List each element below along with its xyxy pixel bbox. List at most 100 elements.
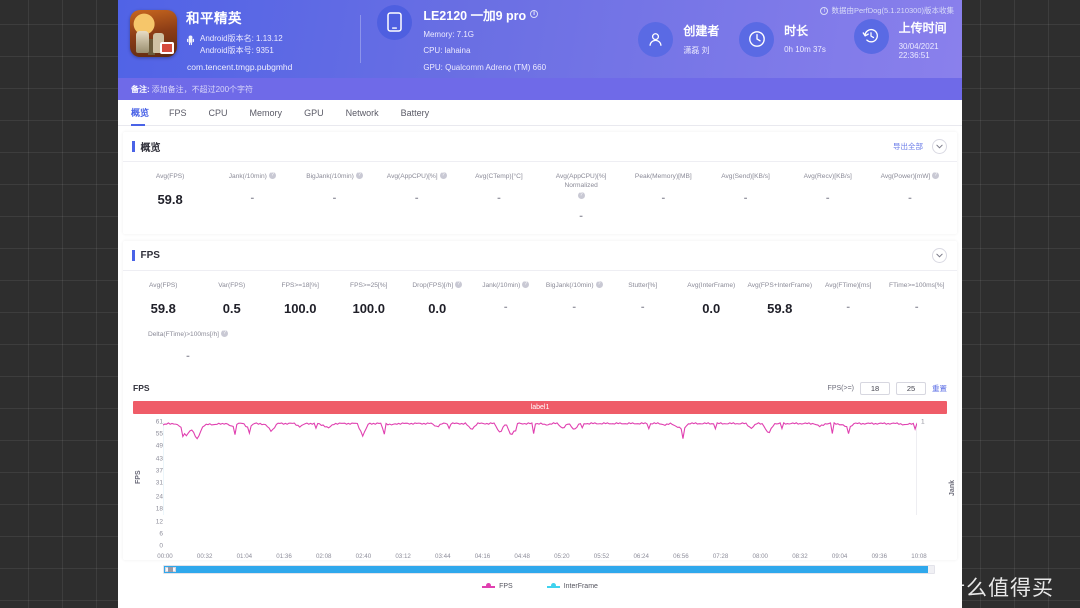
- device-model-text: LE2120 一加9 pro: [423, 8, 527, 23]
- accent-bar: [132, 141, 135, 152]
- tab-gpu[interactable]: GPU: [304, 100, 336, 126]
- metric-label: FTime>=100ms[%]: [885, 281, 950, 290]
- help-icon[interactable]: ?: [595, 281, 603, 288]
- legend-item-interframe[interactable]: InterFrame: [546, 583, 598, 590]
- metric-item: Var(FPS) 0.5: [198, 281, 267, 316]
- y-tick: 37: [155, 467, 163, 475]
- metric-label: Avg(AppCPU)[%] Normalized?: [542, 172, 620, 199]
- metric-label: Jank(/10min)?: [213, 172, 291, 181]
- fps-metrics-row-2: Delta(FTime)>100ms[/h]? -: [123, 328, 957, 372]
- metric-label-text: Var(FPS): [218, 282, 246, 289]
- metric-label: Peak(Memory)[MB]: [624, 172, 702, 181]
- help-icon[interactable]: ?: [221, 330, 229, 337]
- metric-label: BigJank(/10min)?: [542, 281, 607, 290]
- metric-value: 59.8: [767, 301, 793, 316]
- tab-overview[interactable]: 概览: [131, 100, 157, 126]
- collect-source-text: 数据由PerfDog(5.1.210300)版本收集: [831, 6, 954, 15]
- fps-chart-container: FPS FPS(>=) 重置 label1 FPS Jank 615549433…: [123, 372, 957, 591]
- phone-icon: [387, 12, 403, 32]
- metric-value: -: [825, 192, 830, 204]
- x-tick: 08:32: [792, 553, 808, 560]
- metric-item: Stutter[%] -: [609, 281, 678, 313]
- collapse-overview-button[interactable]: [932, 139, 947, 154]
- metric-label-text: Avg(AppCPU)[%] Normalized: [555, 173, 607, 189]
- metric-label-text: Avg(FTime)[ms]: [824, 282, 872, 289]
- remark-bar[interactable]: 备注: 添加备注，不超过200个字符: [118, 78, 962, 100]
- tab-battery[interactable]: Battery: [401, 100, 442, 126]
- metric-item: Avg(FPS) 59.8: [129, 281, 198, 316]
- collapse-fps-button[interactable]: [932, 248, 947, 263]
- info-icon: i: [820, 6, 829, 15]
- x-tick: 05:52: [593, 553, 610, 560]
- creator-title: 创建者: [683, 23, 720, 38]
- chart-scroll-handle[interactable]: [165, 567, 176, 572]
- x-tick: 00:32: [196, 553, 213, 560]
- x-tick: 02:40: [355, 553, 372, 560]
- metric-label-text: Avg(FPS): [149, 282, 178, 289]
- perfdog-report-window: i 数据由PerfDog(5.1.210300)版本收集 和平精英 Androi…: [118, 0, 962, 608]
- export-all-link[interactable]: 导出全部: [893, 141, 923, 152]
- fps-panel: FPS Avg(FPS) 59.8 Var(FPS) 0.5 FPS>=18[%] 100…: [123, 241, 957, 591]
- chevron-down-icon: [936, 253, 943, 258]
- help-icon[interactable]: ?: [577, 192, 585, 199]
- x-tick: 09:04: [831, 553, 848, 560]
- tab-memory[interactable]: Memory: [250, 100, 295, 126]
- metric-label-text: Avg(Recv)[KB/s]: [803, 173, 852, 180]
- metric-value: -: [846, 301, 851, 313]
- x-tick: 03:44: [435, 553, 451, 560]
- help-icon[interactable]: ?: [268, 172, 276, 179]
- x-tick: 09:36: [871, 553, 888, 560]
- metric-label: Avg(Recv)[KB/s]: [789, 172, 867, 181]
- chart-scroll-thumb[interactable]: [164, 566, 928, 573]
- metric-label-text: Avg(Power)[mW]: [880, 173, 931, 180]
- help-icon[interactable]: ?: [355, 172, 363, 179]
- creator-value: 潇磊 刘: [683, 45, 710, 55]
- y-tick: 61: [155, 418, 163, 426]
- metric-label-text: Avg(FPS+InterFrame): [747, 282, 813, 289]
- app-package-name: com.tencent.tmgp.pubgmhd: [187, 61, 293, 72]
- device-info-icon[interactable]: i: [530, 10, 539, 19]
- metric-value: -: [908, 192, 912, 204]
- legend-item-fps[interactable]: FPS: [482, 583, 513, 590]
- creator-block: 创建者 潇磊 刘: [638, 21, 739, 57]
- legend-swatch-interframe: [546, 583, 560, 589]
- threshold-input-2[interactable]: [896, 381, 926, 395]
- android-icon: [186, 35, 195, 45]
- reset-button[interactable]: 重置: [932, 383, 947, 394]
- chevron-down-icon: [936, 144, 943, 149]
- metric-value: -: [497, 192, 501, 204]
- tab-network[interactable]: Network: [346, 100, 391, 126]
- upload-time-block: 上传时间 30/04/2021 22:36:51: [853, 18, 962, 60]
- help-icon[interactable]: ?: [439, 172, 447, 179]
- metric-label-text: Peak(Memory)[MB]: [634, 173, 692, 180]
- y-tick: 0: [159, 542, 163, 550]
- metric-label-text: FPS>=18[%]: [281, 282, 319, 289]
- metric-value: 59.8: [150, 301, 176, 316]
- threshold-input-1[interactable]: [860, 381, 890, 395]
- overview-panel: 概览 导出全部 Avg(FPS) 59.8 Jank(/10min)? - BigJan…: [123, 132, 957, 234]
- fps-plot-area: FPS Jank 61 55 49 43 37 31 24 18 12 6 0 1 00:00 00:…: [133, 418, 956, 591]
- metric-label: Avg(FTime)[ms]: [816, 281, 881, 290]
- metric-value: -: [250, 192, 255, 204]
- help-icon[interactable]: ?: [455, 281, 463, 288]
- metric-item: BigJank(/10min)? -: [540, 281, 609, 313]
- series-label-bar[interactable]: label1: [133, 401, 947, 414]
- metric-item: Avg(AppCPU)[%]? -: [376, 172, 458, 204]
- app-icon: [130, 9, 177, 57]
- x-tick: 02:08: [315, 553, 332, 560]
- metric-value: -: [503, 301, 508, 313]
- metric-label-text: Drop(FPS)[/h]: [412, 282, 454, 289]
- tab-fps[interactable]: FPS: [169, 100, 199, 126]
- section-tabs: 概览 FPS CPU Memory GPU Network Battery: [118, 100, 962, 126]
- remark-input[interactable]: 添加备注，不超过200个字符: [152, 84, 253, 95]
- help-icon[interactable]: ?: [932, 172, 940, 179]
- help-icon[interactable]: ?: [522, 281, 530, 288]
- chart-scrollbar[interactable]: [163, 565, 935, 574]
- y-tick: 49: [155, 442, 163, 450]
- series-label-text: label1: [530, 404, 550, 411]
- metric-label: Var(FPS): [200, 281, 265, 290]
- y-tick: 12: [155, 518, 163, 526]
- metric-label-text: BigJank(/10min): [306, 173, 354, 180]
- device-memory: Memory: 7.1G: [423, 29, 474, 39]
- tab-cpu[interactable]: CPU: [209, 100, 240, 126]
